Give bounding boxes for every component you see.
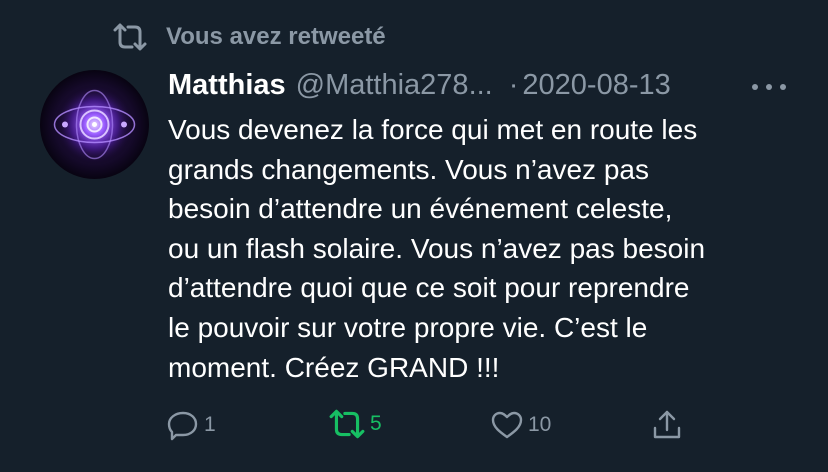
reply-count: 1	[204, 413, 216, 436]
retweet-banner-text: Vous avez retweeté	[166, 23, 386, 50]
reply-button[interactable]: 1	[166, 408, 216, 442]
share-button[interactable]	[650, 408, 684, 442]
like-count: 10	[528, 413, 552, 436]
like-button[interactable]: 10	[490, 408, 551, 442]
user-handle[interactable]: @Matthia278...	[296, 66, 493, 104]
avatar[interactable]	[40, 70, 149, 179]
tweet-text: Vous devenez la force qui met en route l…	[168, 114, 706, 383]
retweet-count: 5	[370, 412, 382, 435]
retweet-icon	[113, 23, 147, 51]
retweet-icon	[329, 409, 365, 439]
like-icon	[491, 411, 523, 439]
reply-icon	[167, 411, 198, 441]
tweet-header: Matthias @Matthia278... · 2020-08-13	[168, 66, 788, 104]
retweet-banner: Vous avez retweeté	[112, 22, 386, 52]
tweet-date[interactable]: 2020-08-13	[522, 66, 670, 104]
separator-dot: ·	[508, 69, 519, 101]
share-icon	[653, 410, 681, 439]
display-name[interactable]: Matthias	[168, 66, 286, 104]
more-icon[interactable]	[752, 72, 786, 102]
avatar-image	[53, 84, 136, 165]
tweet-actions: 1 5 10	[166, 408, 696, 448]
retweet-button[interactable]: 5	[328, 408, 382, 440]
